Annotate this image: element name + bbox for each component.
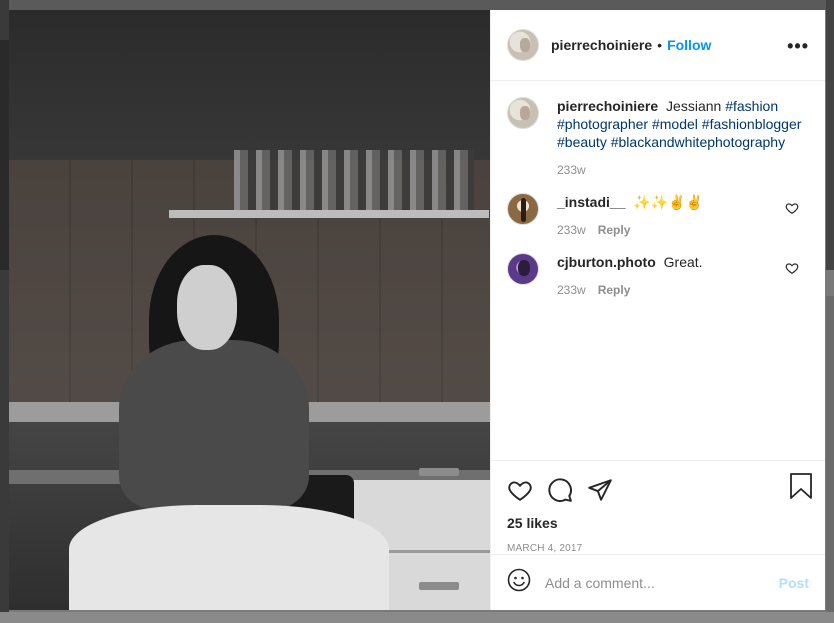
bookmark-icon [790,473,812,499]
comment-timestamp[interactable]: 233w [557,283,586,297]
paper-plane-icon [588,479,612,501]
caption-body: pierrechoiniere Jessiann #fashion #photo… [557,97,809,177]
caption-message: Jessiann [666,98,722,114]
comment-body: _instadi__ ✨✨✌️✌️ 233w Reply [557,193,809,237]
hashtag-link[interactable]: #fashion [725,98,778,114]
post-actions: 25 likes MARCH 4, 2017 [491,460,825,554]
emoji-button[interactable] [507,568,531,597]
caption-meta: 233w [557,163,809,177]
caption-avatar[interactable] [507,97,539,129]
hashtag-link[interactable]: #fashionblogger [702,116,802,132]
reply-button[interactable]: Reply [598,283,631,297]
comment-bubble-icon [548,478,572,502]
like-button[interactable] [507,470,547,510]
comment-message: Great. [663,254,703,270]
action-icon-row [507,467,809,513]
follow-button[interactable]: Follow [667,37,711,53]
caption-text: pierrechoiniere Jessiann #fashion #photo… [557,97,809,151]
photo-drawer-handle [419,468,459,476]
comment-item: cjburton.photo Great. 233w Reply [507,253,809,297]
comments-section: pierrechoiniere Jessiann #fashion #photo… [491,81,825,460]
comment-text: _instadi__ ✨✨✌️✌️ [557,193,809,211]
heart-icon [508,481,532,501]
comment-input[interactable] [545,574,779,591]
comment-like-icon[interactable] [785,201,799,215]
backdrop-tile [826,296,834,623]
photo-figure-face [177,265,237,350]
comment-meta: 233w Reply [557,283,809,297]
backdrop-tile [826,0,834,270]
owner-avatar[interactable] [507,29,539,61]
comment-like-icon[interactable] [785,261,799,275]
save-button[interactable] [789,473,813,504]
comment-meta: 233w Reply [557,223,809,237]
header-separator: • [657,37,663,53]
commenter-avatar[interactable] [507,193,539,225]
caption: pierrechoiniere Jessiann #fashion #photo… [507,97,809,177]
backdrop-tile [0,40,9,270]
post-side-panel: pierrechoiniere • Follow ••• pierrechoin… [490,10,825,610]
caption-timestamp[interactable]: 233w [557,163,586,177]
photo-figure-body [119,340,309,510]
comment-body: cjburton.photo Great. 233w Reply [557,253,809,297]
photo-drawer-handle [419,582,459,590]
comment-text: cjburton.photo Great. [557,253,809,271]
post-comment-button[interactable]: Post [779,575,809,591]
emoji-icon [507,568,531,592]
commenter-username[interactable]: cjburton.photo [557,254,656,270]
owner-username[interactable]: pierrechoiniere [551,37,652,53]
hashtag-link[interactable]: #blackandwhitephotography [611,134,785,150]
comment-button[interactable] [547,470,587,510]
commenter-username[interactable]: _instadi__ [557,194,625,210]
share-button[interactable] [587,470,627,510]
more-options-icon[interactable]: ••• [787,36,809,57]
post-modal: pierrechoiniere • Follow ••• pierrechoin… [9,10,825,610]
photo-glasses [234,150,474,210]
hashtag-link[interactable]: #photographer [557,116,648,132]
comment-message: ✨✨✌️✌️ [633,194,704,210]
post-photo[interactable] [9,10,490,610]
comment-timestamp[interactable]: 233w [557,223,586,237]
commenter-avatar[interactable] [507,253,539,285]
post-header: pierrechoiniere • Follow ••• [491,10,825,81]
like-count[interactable]: 25 likes [507,515,809,531]
photo-figure-legs [69,505,389,610]
hashtag-link[interactable]: #model [652,116,698,132]
backdrop-tile [0,612,834,623]
reply-button[interactable]: Reply [598,223,631,237]
comment-composer: Post [491,554,825,610]
photo-shelf [169,210,489,218]
comment-item: _instadi__ ✨✨✌️✌️ 233w Reply [507,193,809,237]
post-date[interactable]: MARCH 4, 2017 [507,543,809,554]
hashtag-link[interactable]: #beauty [557,134,607,150]
caption-username[interactable]: pierrechoiniere [557,98,658,114]
